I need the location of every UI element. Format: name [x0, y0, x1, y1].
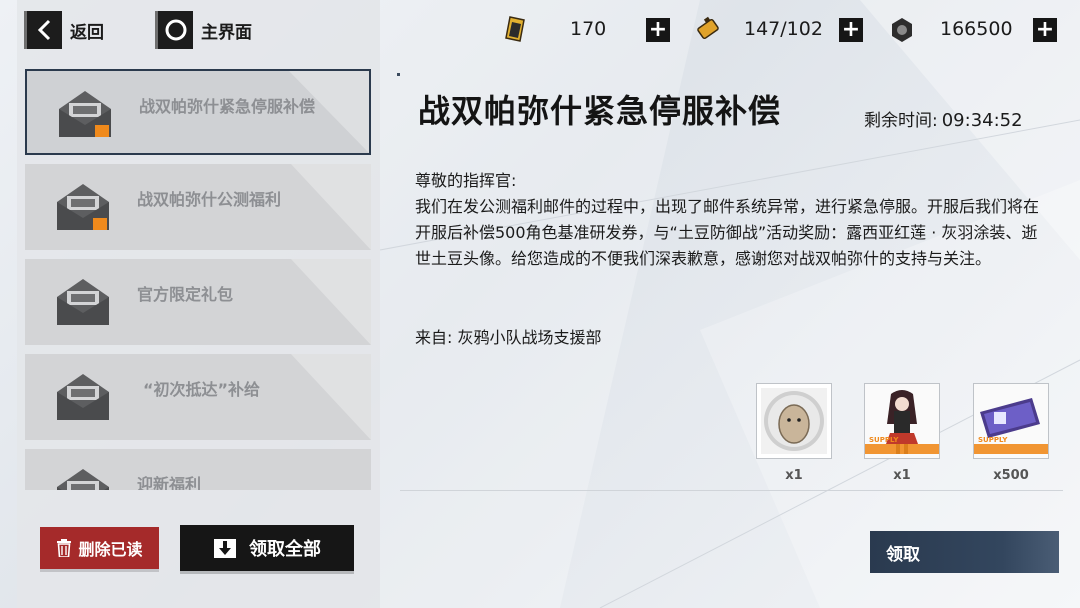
battery-icon — [697, 16, 719, 40]
reward-item[interactable]: SUPPLY — [864, 383, 940, 459]
home-button[interactable]: 主界面 — [155, 10, 252, 50]
back-label: 返回 — [70, 22, 104, 43]
download-icon — [214, 539, 236, 558]
mail-item[interactable]: “初次抵达”补给 — [25, 354, 371, 440]
delete-read-label: 删除已读 — [78, 540, 143, 559]
reward-item[interactable] — [756, 383, 832, 459]
mail-decoration — [291, 354, 371, 440]
svg-text:SUPPLY: SUPPLY — [978, 436, 1008, 444]
add-coins-button[interactable]: + — [1033, 18, 1057, 42]
mail-body: 尊敬的指挥官: 我们在发公测福利邮件的过程中，出现了邮件系统异常，进行紧急停服。… — [415, 168, 1051, 272]
delete-read-button[interactable]: 删除已读 — [40, 527, 159, 569]
envelope-icon — [57, 469, 109, 490]
trash-icon — [57, 539, 72, 557]
circle-home-icon — [155, 11, 193, 49]
claim-all-button[interactable]: 领取全部 — [180, 525, 354, 571]
chevron-left-icon — [24, 11, 62, 49]
envelope-icon — [57, 279, 109, 325]
mail-detail-title: 战双帕弥什紧急停服补偿 — [418, 92, 782, 130]
mail-title: 官方限定礼包 — [137, 285, 234, 304]
reward-qty: x1 — [785, 468, 803, 483]
claim-all-label: 领取全部 — [249, 539, 321, 560]
envelope-attachment-icon — [57, 184, 109, 230]
mail-decoration — [291, 164, 371, 250]
envelope-attachment-icon — [59, 91, 111, 137]
divider — [400, 490, 1063, 491]
mail-decoration — [291, 259, 371, 345]
character-coating-icon: SUPPLY — [865, 384, 939, 458]
svg-text:SUPPLY: SUPPLY — [869, 436, 899, 444]
timer-label: 剩余时间: — [864, 111, 938, 131]
mail-title: “初次抵达”补给 — [143, 380, 261, 399]
reward-qty: x500 — [993, 468, 1029, 483]
mail-content: 我们在发公测福利邮件的过程中，出现了邮件系统异常，进行紧急停服。开服后我们将在开… — [415, 197, 1040, 268]
claim-label: 领取 — [886, 544, 920, 565]
mail-sender: 来自: 灰鸦小队战场支援部 — [415, 328, 602, 347]
add-battery-button[interactable]: + — [839, 18, 863, 42]
reward-qty: x1 — [893, 468, 911, 483]
resource-battery-value: 147/102 — [744, 18, 823, 40]
mail-list[interactable]: 战双帕弥什紧急停服补偿 战双帕弥什公测福利 官方限定礼包 “初次抵达”补给 迎新… — [24, 68, 372, 490]
mail-title: 迎新福利 — [137, 475, 202, 490]
timer-value: 09:34:52 — [941, 110, 1023, 131]
potato-avatar-icon — [761, 388, 827, 454]
mail-item[interactable]: 官方限定礼包 — [25, 259, 371, 345]
claim-button[interactable]: 领取 — [870, 531, 1059, 573]
resource-gold-value: 170 — [570, 18, 607, 40]
mail-title: 战双帕弥什公测福利 — [137, 190, 282, 209]
resource-coins-value: 166500 — [940, 18, 1013, 40]
back-button[interactable]: 返回 — [24, 10, 104, 50]
mail-item[interactable]: 迎新福利 — [25, 449, 371, 490]
home-label: 主界面 — [201, 22, 252, 43]
gear-nut-icon — [892, 18, 912, 42]
envelope-icon — [57, 374, 109, 420]
mail-decoration — [289, 71, 369, 153]
mail-greeting: 尊敬的指挥官: — [415, 171, 517, 190]
mail-item[interactable]: 战双帕弥什紧急停服补偿 — [25, 69, 371, 155]
remaining-time: 剩余时间: 09:34:52 — [864, 106, 1023, 131]
decor-dot — [397, 73, 400, 76]
add-gold-button[interactable]: + — [646, 18, 670, 42]
mail-item[interactable]: 战双帕弥什公测福利 — [25, 164, 371, 250]
gold-card-icon — [505, 16, 525, 42]
research-ticket-icon: SUPPLY — [974, 384, 1048, 458]
reward-item[interactable]: SUPPLY — [973, 383, 1049, 459]
